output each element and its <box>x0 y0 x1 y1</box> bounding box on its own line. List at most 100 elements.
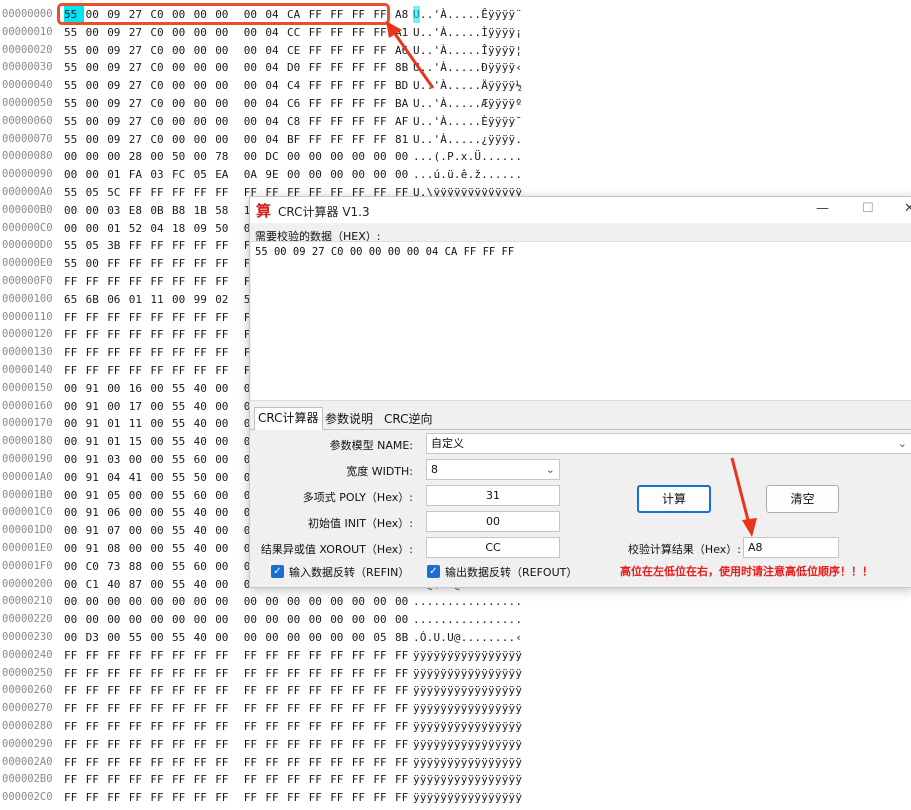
hex-byte[interactable]: FF <box>352 131 372 149</box>
hex-byte[interactable]: D0 <box>287 59 307 77</box>
hex-byte[interactable]: FF <box>373 131 393 149</box>
hex-byte[interactable]: FF <box>309 95 329 113</box>
refin-checkbox[interactable]: ✓ <box>271 565 284 578</box>
hex-byte[interactable]: FF <box>215 326 235 344</box>
hex-byte[interactable]: 00 <box>244 113 264 131</box>
hex-byte[interactable]: 00 <box>309 593 329 611</box>
hex-byte[interactable]: 09 <box>107 95 127 113</box>
hex-byte[interactable]: FF <box>86 344 106 362</box>
hex-byte[interactable]: 00 <box>64 522 84 540</box>
hex-byte[interactable]: 00 <box>194 77 214 95</box>
hex-byte[interactable]: FF <box>309 736 329 754</box>
hex-byte[interactable]: FF <box>287 736 307 754</box>
hex-byte[interactable]: FF <box>129 237 149 255</box>
tab-parameter-help[interactable]: 参数说明 <box>322 409 376 429</box>
hex-byte[interactable]: 09 <box>107 131 127 149</box>
hex-byte[interactable]: FF <box>64 665 84 683</box>
hex-byte[interactable]: 00 <box>287 166 307 184</box>
hex-byte[interactable]: 00 <box>150 380 170 398</box>
hex-byte[interactable]: FF <box>352 95 372 113</box>
hex-byte[interactable]: 00 <box>150 522 170 540</box>
hex-byte[interactable]: 00 <box>86 42 106 60</box>
hex-byte[interactable]: 00 <box>194 611 214 629</box>
hex-byte[interactable]: FF <box>309 113 329 131</box>
hex-byte[interactable]: 55 <box>172 451 192 469</box>
hex-byte[interactable]: D3 <box>86 629 106 647</box>
hex-byte[interactable]: 00 <box>86 95 106 113</box>
hex-byte[interactable]: FF <box>107 754 127 772</box>
hex-byte[interactable]: FF <box>107 700 127 718</box>
hex-byte[interactable]: FF <box>129 255 149 273</box>
hex-byte[interactable]: FF <box>194 237 214 255</box>
hex-byte[interactable]: 81 <box>395 131 415 149</box>
hex-byte[interactable]: 27 <box>129 24 149 42</box>
hex-byte[interactable]: FF <box>373 113 393 131</box>
hex-byte[interactable]: 16 <box>129 380 149 398</box>
hex-byte[interactable]: FF <box>309 131 329 149</box>
hex-byte[interactable]: FF <box>107 309 127 327</box>
poly-input[interactable]: 31 <box>426 485 560 506</box>
hex-byte[interactable]: FF <box>395 771 415 789</box>
hex-byte[interactable]: FF <box>244 682 264 700</box>
hex-byte[interactable]: 00 <box>64 540 84 558</box>
hex-byte[interactable]: 27 <box>129 59 149 77</box>
hex-byte[interactable]: 00 <box>172 42 192 60</box>
hex-byte[interactable]: 00 <box>107 629 127 647</box>
hex-byte[interactable]: 00 <box>287 629 307 647</box>
hex-byte[interactable]: 04 <box>265 59 285 77</box>
hex-byte[interactable]: FF <box>172 255 192 273</box>
hex-byte[interactable]: 09 <box>107 59 127 77</box>
crc-calculator-window[interactable]: 算 CRC计算器 V1.3 — ☐ ✕ 需要校验的数据（HEX）: 55 00 … <box>249 196 911 588</box>
hex-byte[interactable]: FF <box>215 237 235 255</box>
hex-byte[interactable]: 00 <box>64 380 84 398</box>
hex-byte[interactable]: 04 <box>265 131 285 149</box>
hex-byte[interactable]: 55 <box>172 540 192 558</box>
calc-button[interactable]: 计算 <box>637 485 711 513</box>
hex-byte[interactable]: C1 <box>86 576 106 594</box>
hex-byte[interactable]: FF <box>287 647 307 665</box>
hex-byte[interactable]: 55 <box>172 469 192 487</box>
hex-byte[interactable]: 3B <box>107 237 127 255</box>
hex-byte[interactable]: FF <box>373 647 393 665</box>
hex-byte[interactable]: 00 <box>172 291 192 309</box>
hex-byte[interactable]: FF <box>107 682 127 700</box>
hex-byte[interactable]: 55 <box>172 487 192 505</box>
refout-checkbox[interactable]: ✓ <box>427 565 440 578</box>
hex-byte[interactable]: FF <box>86 273 106 291</box>
hex-byte[interactable]: FF <box>194 273 214 291</box>
hex-byte[interactable]: FF <box>244 700 264 718</box>
hex-byte[interactable]: 55 <box>64 131 84 149</box>
hex-byte[interactable]: FF <box>265 736 285 754</box>
hex-byte[interactable]: FF <box>194 736 214 754</box>
hex-byte[interactable]: B8 <box>172 202 192 220</box>
hex-byte[interactable]: 52 <box>129 220 149 238</box>
hex-byte[interactable]: 55 <box>64 59 84 77</box>
hex-byte[interactable]: 55 <box>64 255 84 273</box>
hex-byte[interactable]: 00 <box>265 593 285 611</box>
hex-byte[interactable]: 00 <box>373 148 393 166</box>
hex-byte[interactable]: 04 <box>265 95 285 113</box>
hex-byte[interactable]: FF <box>373 77 393 95</box>
hex-byte[interactable]: 01 <box>107 166 127 184</box>
hex-byte[interactable]: C0 <box>150 59 170 77</box>
hex-byte[interactable]: FF <box>309 700 329 718</box>
hex-byte[interactable]: 55 <box>172 415 192 433</box>
hex-byte[interactable]: FF <box>309 665 329 683</box>
hex-byte[interactable]: FF <box>172 309 192 327</box>
hex-byte[interactable]: FF <box>309 718 329 736</box>
hex-byte[interactable]: 00 <box>86 166 106 184</box>
hex-byte[interactable]: 91 <box>86 451 106 469</box>
hex-byte[interactable]: 00 <box>395 593 415 611</box>
hex-byte[interactable]: 00 <box>64 166 84 184</box>
hex-byte[interactable]: FF <box>172 184 192 202</box>
hex-byte[interactable]: FF <box>129 184 149 202</box>
hex-byte[interactable]: FF <box>352 77 372 95</box>
hex-byte[interactable]: 00 <box>215 469 235 487</box>
hex-byte[interactable]: 00 <box>129 487 149 505</box>
hex-byte[interactable]: FF <box>309 42 329 60</box>
clear-button[interactable]: 清空 <box>766 485 839 513</box>
hex-byte[interactable]: FF <box>330 42 350 60</box>
hex-byte[interactable]: 00 <box>107 593 127 611</box>
hex-byte[interactable]: FF <box>64 682 84 700</box>
hex-byte[interactable]: 8B <box>395 629 415 647</box>
